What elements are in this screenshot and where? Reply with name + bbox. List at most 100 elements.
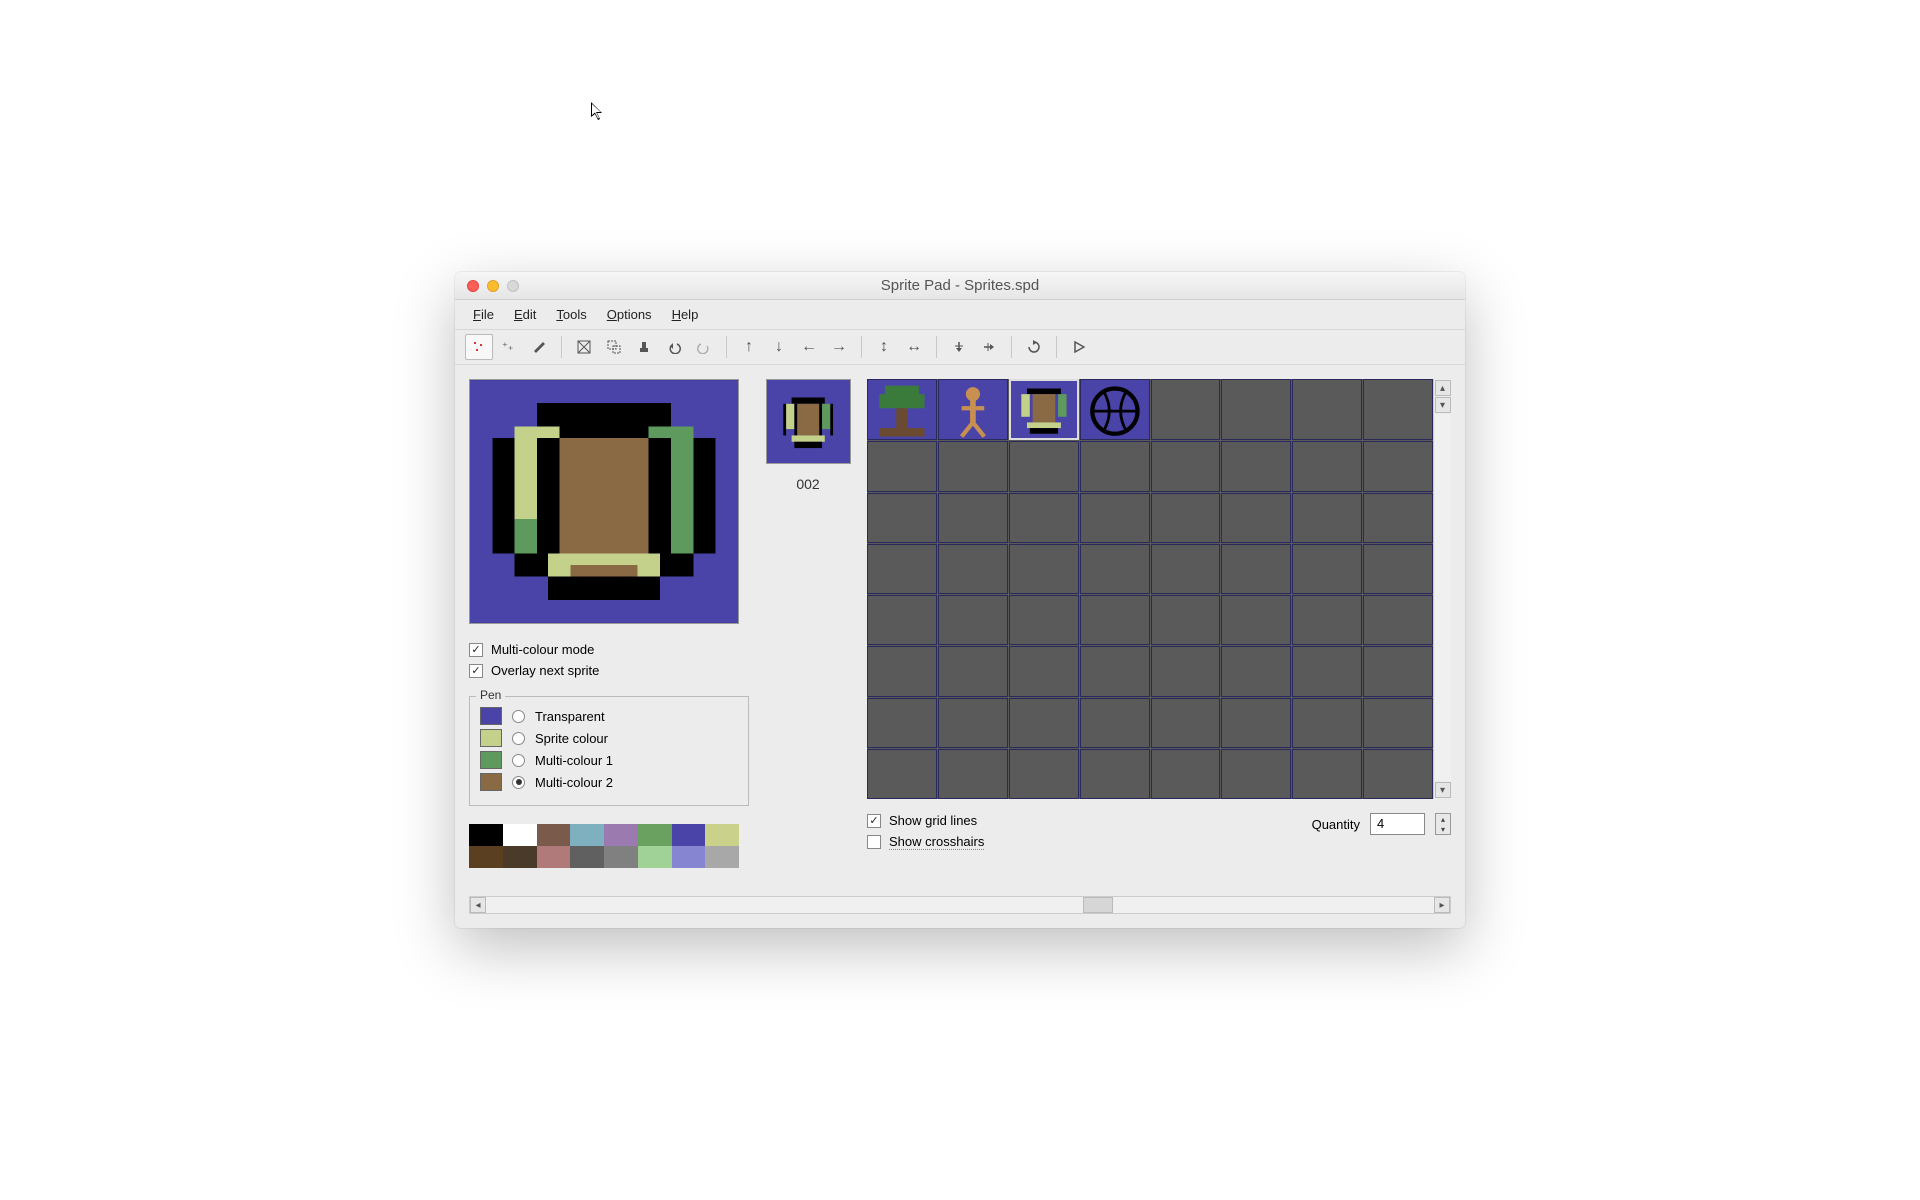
hscroll-thumb[interactable]	[1083, 897, 1113, 913]
palette-color[interactable]	[705, 846, 739, 868]
sprite-cell[interactable]	[1151, 493, 1221, 543]
sprite-cell[interactable]	[1151, 544, 1221, 594]
sprite-cell[interactable]	[1151, 595, 1221, 645]
scroll-up-icon[interactable]: ▴	[1435, 380, 1451, 396]
sprite-cell[interactable]	[1151, 379, 1221, 440]
pen-radio[interactable]	[512, 732, 525, 745]
sprite-cell[interactable]	[867, 595, 937, 645]
pen-swatch[interactable]	[480, 773, 502, 791]
sprite-cell[interactable]	[1363, 493, 1433, 543]
sprite-cell[interactable]	[1080, 441, 1150, 491]
palette-color[interactable]	[705, 824, 739, 846]
sprite-cell[interactable]	[938, 749, 1008, 799]
palette-color[interactable]	[469, 846, 503, 868]
spinner-down-icon[interactable]: ▾	[1436, 824, 1450, 834]
sprite-cell[interactable]	[1221, 698, 1291, 748]
sprite-cell[interactable]	[867, 544, 937, 594]
minimize-icon[interactable]	[487, 280, 499, 292]
sprite-cell[interactable]	[1151, 749, 1221, 799]
sprite-cell[interactable]	[1009, 493, 1079, 543]
sprite-cell[interactable]	[1009, 749, 1079, 799]
sprite-cell[interactable]	[1292, 646, 1362, 696]
palette-color[interactable]	[672, 824, 706, 846]
sprite-cell[interactable]	[1363, 441, 1433, 491]
add-point-icon[interactable]: ⁺₊	[495, 334, 523, 360]
shift-right-icon[interactable]	[975, 334, 1003, 360]
sprite-cell[interactable]	[938, 441, 1008, 491]
sprite-cell[interactable]	[938, 379, 1008, 440]
pen-radio[interactable]	[512, 776, 525, 789]
sprite-cell[interactable]	[1151, 441, 1221, 491]
scroll-bottom-icon[interactable]: ▾	[1435, 782, 1451, 798]
palette-color[interactable]	[537, 824, 571, 846]
sprite-cell[interactable]	[1009, 698, 1079, 748]
spinner-up-icon[interactable]: ▴	[1436, 814, 1450, 824]
sprite-cell[interactable]	[1080, 379, 1150, 440]
menu-file[interactable]: File	[465, 304, 502, 325]
overlay-checkbox[interactable]: ✓	[469, 664, 483, 678]
sprite-cell[interactable]	[1151, 698, 1221, 748]
scroll-right-icon[interactable]: ▸	[1434, 897, 1450, 913]
palette-color[interactable]	[638, 846, 672, 868]
scroll-down-icon[interactable]: ▾	[1435, 397, 1451, 413]
fill-icon[interactable]	[525, 334, 553, 360]
arrow-down-icon[interactable]: ↓	[765, 334, 793, 360]
sprite-cell[interactable]	[867, 379, 937, 440]
sprite-cell[interactable]	[1221, 646, 1291, 696]
sprite-cell[interactable]	[1363, 595, 1433, 645]
palette-color[interactable]	[469, 824, 503, 846]
palette-color[interactable]	[672, 846, 706, 868]
hscroll-track[interactable]	[486, 897, 1434, 913]
sprite-cell[interactable]	[1151, 646, 1221, 696]
horizontal-scrollbar[interactable]: ◂ ▸	[469, 896, 1451, 914]
sprite-cell[interactable]	[867, 493, 937, 543]
menu-edit[interactable]: Edit	[506, 304, 544, 325]
multi-colour-checkbox[interactable]: ✓	[469, 643, 483, 657]
sprite-cell[interactable]	[1292, 379, 1362, 440]
sprite-cell[interactable]	[938, 544, 1008, 594]
sprite-cell[interactable]	[1292, 441, 1362, 491]
sprite-cell[interactable]	[1221, 441, 1291, 491]
palette-color[interactable]	[503, 846, 537, 868]
sprite-cell[interactable]	[938, 595, 1008, 645]
x-box-icon[interactable]	[570, 334, 598, 360]
sprite-cell[interactable]	[1363, 749, 1433, 799]
sprite-cell[interactable]	[1080, 698, 1150, 748]
sprite-cell[interactable]	[938, 646, 1008, 696]
menu-tools[interactable]: Tools	[548, 304, 594, 325]
sprite-cell[interactable]	[867, 646, 937, 696]
palette-color[interactable]	[537, 846, 571, 868]
sprite-cell[interactable]	[1009, 379, 1079, 440]
sprite-cell[interactable]	[938, 493, 1008, 543]
vertical-scrollbar[interactable]: ▴ ▾ ▾	[1433, 379, 1451, 799]
sprite-cell[interactable]	[1363, 544, 1433, 594]
sprite-cell[interactable]	[1009, 595, 1079, 645]
rotate-icon[interactable]	[1020, 334, 1048, 360]
palette-color[interactable]	[503, 824, 537, 846]
sprite-cell[interactable]	[1080, 493, 1150, 543]
sprite-cell[interactable]	[1363, 698, 1433, 748]
pen-radio[interactable]	[512, 710, 525, 723]
menu-help[interactable]: Help	[664, 304, 707, 325]
sprite-cell[interactable]	[1009, 544, 1079, 594]
palette-color[interactable]	[638, 824, 672, 846]
sprite-cell[interactable]	[1009, 441, 1079, 491]
sprite-cell[interactable]	[1363, 646, 1433, 696]
flip-vertical-icon[interactable]: ↕	[870, 334, 898, 360]
sprite-cell[interactable]	[1009, 646, 1079, 696]
show-crosshairs-checkbox[interactable]	[867, 835, 881, 849]
sprite-grid[interactable]	[867, 379, 1433, 799]
sprite-cell[interactable]	[1292, 595, 1362, 645]
sprite-cell[interactable]	[1080, 595, 1150, 645]
sprite-cell[interactable]	[1292, 544, 1362, 594]
play-icon[interactable]	[1065, 334, 1093, 360]
arrow-up-icon[interactable]: ↑	[735, 334, 763, 360]
palette-color[interactable]	[604, 824, 638, 846]
quantity-spinner[interactable]: ▴ ▾	[1435, 813, 1451, 835]
scroll-track[interactable]	[1435, 414, 1451, 781]
quantity-input[interactable]: 4	[1370, 813, 1425, 835]
sprite-cell[interactable]	[938, 698, 1008, 748]
sprite-cell[interactable]	[867, 441, 937, 491]
menu-options[interactable]: Options	[599, 304, 660, 325]
sprite-cell[interactable]	[1080, 749, 1150, 799]
